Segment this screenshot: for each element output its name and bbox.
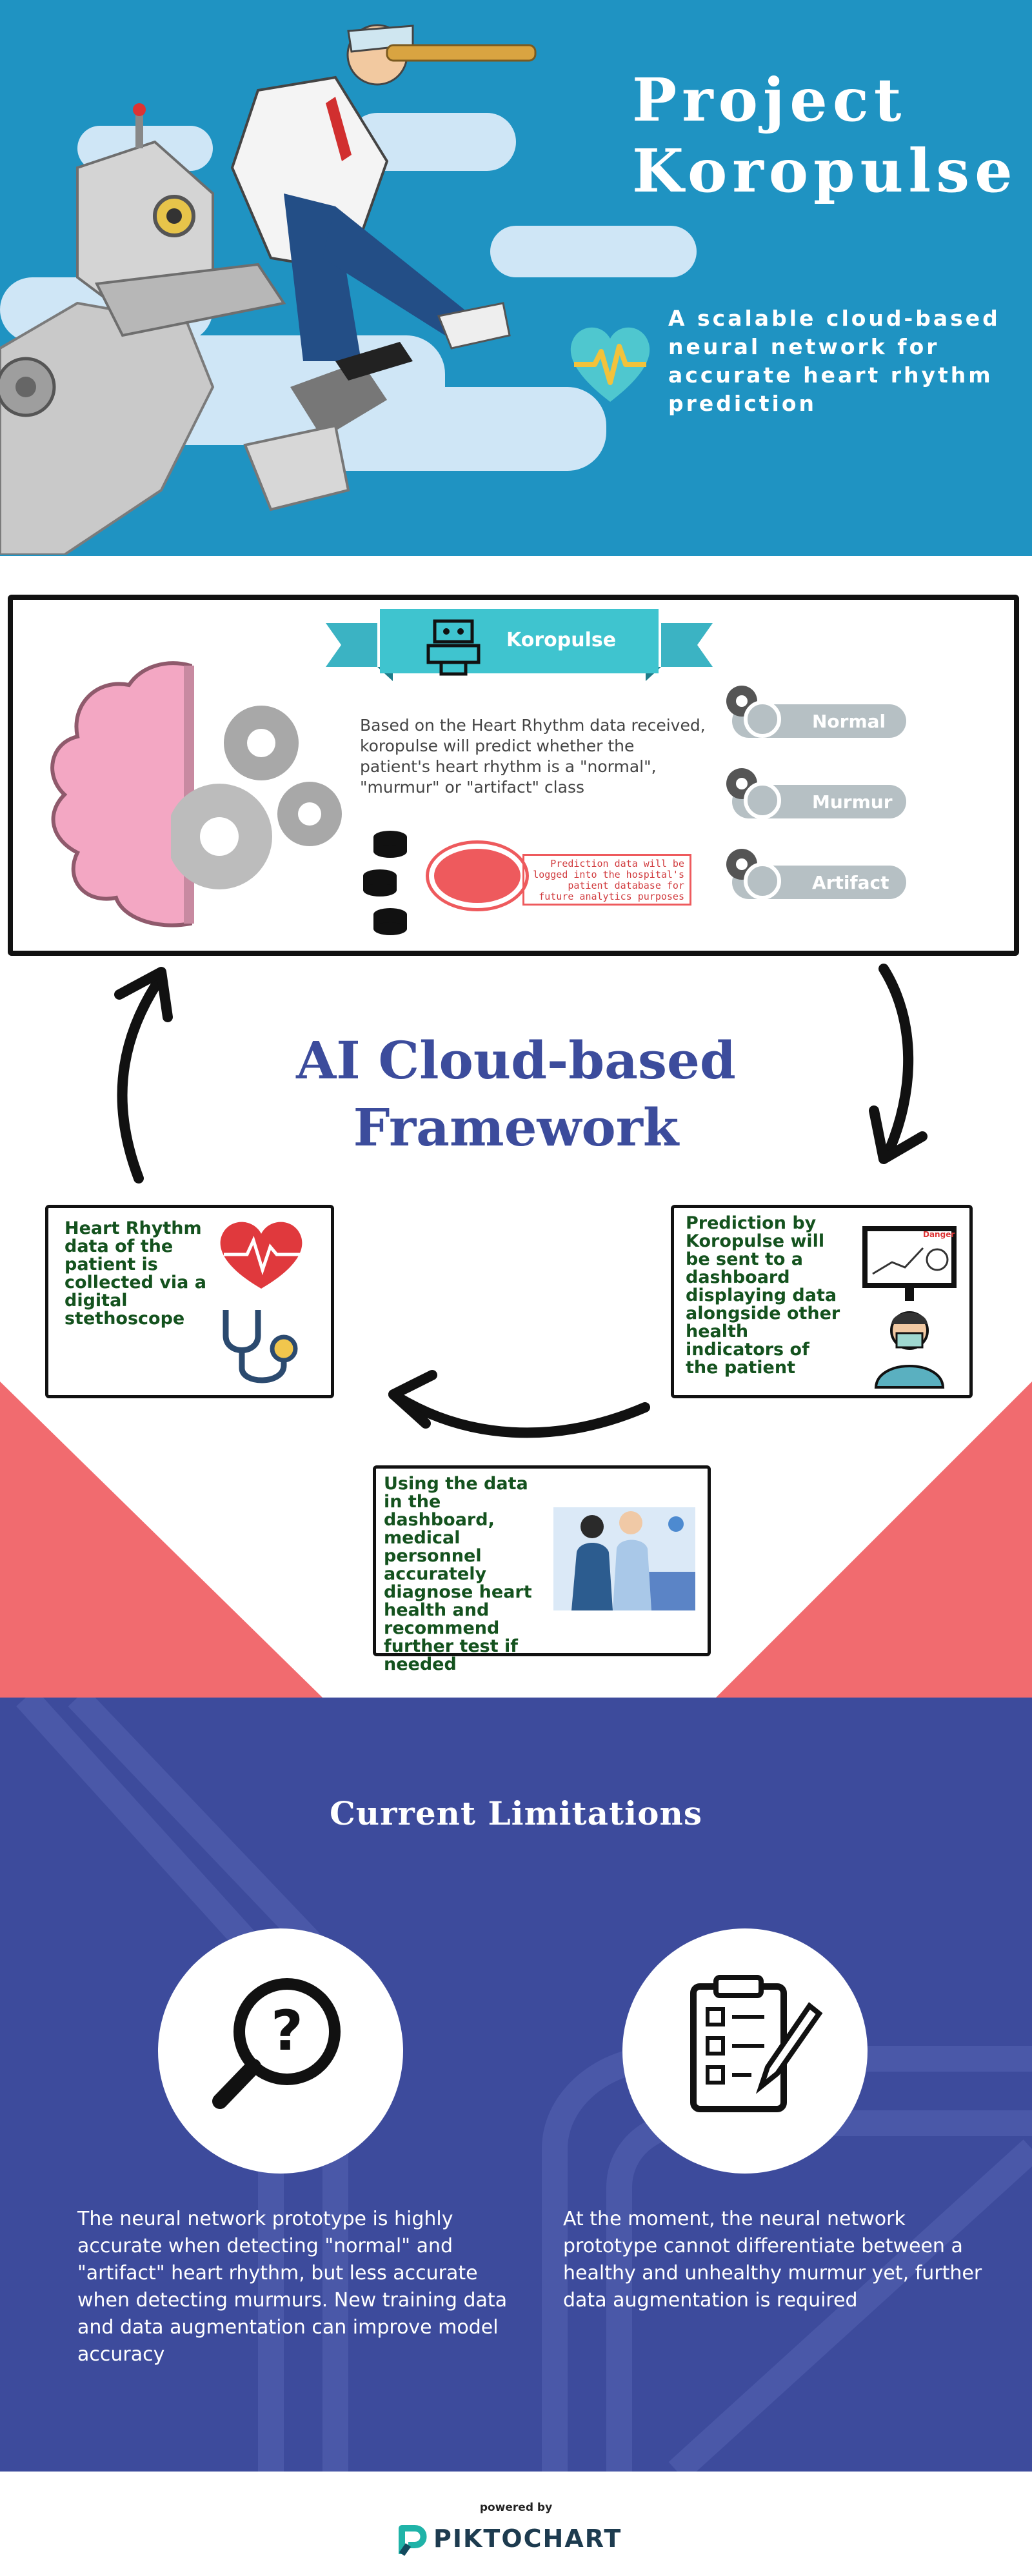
- hero-subtitle: A scalable cloud-based neural network fo…: [668, 306, 1000, 416]
- heart-pulse-icon: [570, 327, 650, 402]
- step-dashboard-box: Prediction by Koropulse will be sent to …: [671, 1205, 973, 1398]
- limitation-icon-circle: [622, 1928, 868, 2174]
- framework-title-line2: Framework: [353, 1097, 679, 1158]
- checklist-icon: [690, 1975, 823, 2112]
- framework-title-line1: AI Cloud-based: [296, 1030, 736, 1091]
- hero-title-line1: Project: [632, 65, 907, 135]
- monitor-label: Danger: [923, 1230, 955, 1239]
- limitation-icon-circle: ?: [158, 1928, 403, 2174]
- stethoscope-icon: [223, 1310, 298, 1383]
- step-diagnose-text: Using the data in the dashboard, medical…: [384, 1474, 532, 1674]
- hero-title: Project Koropulse: [632, 64, 1019, 206]
- hero-title-line2: Koropulse: [632, 136, 1018, 206]
- piktochart-brand[interactable]: PIKTOCHART: [433, 2524, 622, 2553]
- magnifier-question-icon: ?: [212, 1978, 341, 2109]
- limitation-right-text: At the moment, the neural network protot…: [563, 2208, 982, 2312]
- limitation-left-text: The neural network prototype is highly a…: [77, 2208, 508, 2366]
- step-dashboard-text: Prediction by Koropulse will be sent to …: [686, 1213, 840, 1378]
- doctor-icon: [874, 1311, 945, 1389]
- footer: powered by PIKTOCHART: [0, 2472, 1032, 2576]
- step-collect-text: Heart Rhythm data of the patient is coll…: [64, 1218, 207, 1329]
- doctor-patient-illustration: [553, 1507, 695, 1610]
- monitor-icon: Danger: [862, 1226, 957, 1288]
- monitor-stand: [905, 1288, 914, 1301]
- robot-illustration: [0, 24, 537, 555]
- limitations-section: Current Limitations ? The neural network…: [0, 1698, 1032, 2472]
- framework-section: Koropulse Based on the Heart Rhythm data…: [0, 556, 1032, 1698]
- step-collect-box: Heart Rhythm data of the patient is coll…: [45, 1205, 334, 1398]
- hero-section: Project Koropulse A scalable cloud-based…: [0, 0, 1032, 556]
- monitor-chart: [872, 1247, 949, 1275]
- limitations-title: Current Limitations: [330, 1794, 702, 1832]
- powered-by-label: powered by: [479, 2501, 553, 2514]
- framework-title: AI Cloud-based Framework: [245, 1027, 787, 1161]
- svg-text:?: ?: [271, 1999, 303, 2063]
- step-diagnose-box: Using the data in the dashboard, medical…: [373, 1465, 711, 1674]
- piktochart-logo[interactable]: [397, 2522, 429, 2558]
